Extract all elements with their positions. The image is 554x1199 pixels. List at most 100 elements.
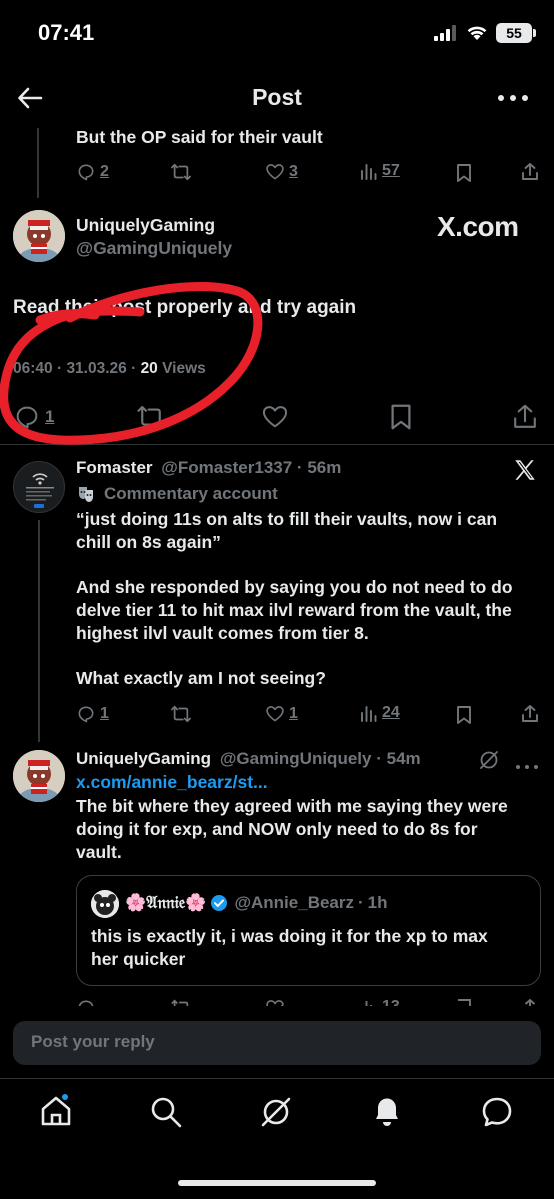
prev-post-text: But the OP said for their vault bbox=[76, 127, 323, 147]
bookmark-icon bbox=[457, 164, 471, 182]
post-time: 56m bbox=[307, 458, 342, 477]
reply-button[interactable]: 1 bbox=[76, 704, 109, 724]
page-title: Post bbox=[252, 84, 302, 110]
more-dots-icon bbox=[516, 765, 538, 769]
like-count: 3 bbox=[289, 163, 298, 180]
prev-post-actions: 2 3 57 bbox=[76, 160, 540, 186]
repost-button[interactable] bbox=[170, 162, 192, 182]
xcom-watermark: X.com bbox=[437, 211, 519, 242]
views-chart-icon bbox=[361, 164, 377, 180]
views-count: 24 bbox=[382, 704, 400, 721]
reply2-text-line: doing it for exp, and NOW only need to d… bbox=[76, 819, 478, 839]
reply1-text-line: delve tier 11 to hit max ilvl reward fro… bbox=[76, 600, 512, 620]
share-button[interactable] bbox=[520, 704, 540, 724]
share-button[interactable] bbox=[520, 162, 540, 182]
reply-button[interactable]: 2 bbox=[76, 162, 109, 182]
avatar-image bbox=[26, 473, 54, 508]
reply1-text-line: chill on 8s again” bbox=[76, 532, 221, 552]
signal-icon bbox=[434, 25, 456, 41]
status-icons: 55 bbox=[434, 22, 536, 44]
thread-line bbox=[38, 520, 40, 742]
author-name[interactable]: Fomaster bbox=[76, 458, 153, 477]
author-handle[interactable]: @GamingUniquely bbox=[220, 749, 372, 768]
repost-icon bbox=[171, 705, 191, 723]
quote-text-line: her quicker bbox=[91, 949, 186, 969]
bookmark-button[interactable] bbox=[455, 705, 473, 725]
share-icon bbox=[522, 705, 538, 722]
nav-notifications[interactable] bbox=[370, 1093, 404, 1134]
quote-author-name: 🌸𝔄𝔫𝔫𝔦𝔢🌸 bbox=[125, 893, 207, 913]
bookmark-button[interactable] bbox=[388, 403, 414, 431]
theater-masks-icon bbox=[79, 487, 93, 502]
author-name[interactable]: UniquelyGaming bbox=[76, 215, 215, 236]
reply1-text-line: And she responded by saying you do not n… bbox=[76, 577, 513, 597]
reply-placeholder: Post your reply bbox=[31, 1032, 155, 1051]
avatar-image bbox=[13, 210, 65, 262]
views-button[interactable]: 24 bbox=[360, 704, 400, 722]
wifi-icon bbox=[467, 26, 487, 40]
heart-icon bbox=[266, 706, 284, 722]
avatar[interactable] bbox=[13, 210, 65, 262]
meta-separator: · bbox=[376, 749, 382, 768]
bookmark-button[interactable] bbox=[455, 163, 473, 183]
commentary-label: Commentary account bbox=[104, 484, 278, 503]
like-button[interactable]: 1 bbox=[265, 704, 298, 724]
avatar[interactable] bbox=[13, 750, 65, 802]
reply1-text-line: What exactly am I not seeing? bbox=[76, 668, 326, 688]
reply2-link[interactable]: x.com/annie_bearz/st... bbox=[76, 772, 268, 793]
author-name[interactable]: UniquelyGaming bbox=[76, 749, 211, 768]
home-indicator bbox=[178, 1180, 376, 1186]
reply1-actions: 1 1 24 bbox=[76, 702, 540, 728]
reply-count: 1 bbox=[100, 705, 109, 722]
quote-author-handle: @Annie_Bearz bbox=[234, 893, 354, 912]
quote-avatar[interactable] bbox=[91, 890, 119, 918]
chat-bubble-icon bbox=[482, 1097, 512, 1127]
repost-icon bbox=[171, 163, 191, 181]
heart-icon bbox=[266, 164, 284, 180]
like-button[interactable]: 3 bbox=[265, 162, 298, 182]
views-button[interactable]: 57 bbox=[360, 162, 400, 180]
share-button[interactable] bbox=[511, 403, 539, 431]
notification-dot bbox=[60, 1092, 70, 1102]
share-icon bbox=[514, 404, 536, 428]
more-options-button[interactable] bbox=[515, 757, 539, 775]
views-count: 57 bbox=[382, 162, 400, 179]
author-handle[interactable]: @GamingUniquely bbox=[76, 238, 232, 259]
thread-line bbox=[37, 128, 39, 198]
nav-search[interactable] bbox=[149, 1095, 183, 1134]
grok-icon bbox=[480, 751, 498, 769]
avatar[interactable] bbox=[13, 461, 65, 513]
grok-icon bbox=[261, 1097, 291, 1127]
reply-count: 2 bbox=[100, 163, 109, 180]
post-time: 54m bbox=[386, 749, 421, 768]
nav-home[interactable] bbox=[38, 1092, 74, 1129]
reply1-text-line: “just doing 11s on alts to fill their va… bbox=[76, 509, 498, 529]
reply-icon bbox=[78, 706, 94, 723]
meta-separator: · bbox=[296, 458, 303, 477]
nav-grok[interactable] bbox=[258, 1094, 294, 1135]
quote-time: 1h bbox=[367, 893, 388, 912]
avatar-image bbox=[13, 750, 65, 802]
bookmark-icon bbox=[391, 404, 411, 430]
bell-icon bbox=[376, 1098, 398, 1126]
reply2-header: UniquelyGaming @GamingUniquely · 54m bbox=[76, 749, 421, 769]
avatar-image bbox=[91, 890, 119, 918]
commentary-badge: Commentary account bbox=[76, 484, 278, 504]
reply2-text-line: The bit where they agreed with me saying… bbox=[76, 796, 508, 816]
reply2-text-line: vault. bbox=[76, 842, 122, 862]
like-count: 1 bbox=[289, 705, 298, 722]
nav-messages[interactable] bbox=[480, 1095, 514, 1134]
verified-badge-icon bbox=[211, 895, 228, 911]
more-options-button[interactable] bbox=[496, 88, 530, 108]
x-logo-icon bbox=[512, 457, 538, 488]
author-handle[interactable]: @Fomaster1337 bbox=[161, 458, 292, 477]
status-time: 07:41 bbox=[38, 20, 95, 45]
quote-header: 🌸𝔄𝔫𝔫𝔦𝔢🌸 @Annie_Bearz · 1h bbox=[125, 893, 388, 913]
reply1-text-line: highest ilvl vault comes from tier 8. bbox=[76, 623, 369, 643]
reply-icon bbox=[78, 164, 94, 181]
repost-button[interactable] bbox=[170, 704, 192, 724]
grok-button[interactable] bbox=[478, 749, 500, 776]
views-chart-icon bbox=[361, 706, 377, 722]
bookmark-icon bbox=[457, 706, 471, 724]
battery-indicator: 55 bbox=[496, 23, 536, 43]
